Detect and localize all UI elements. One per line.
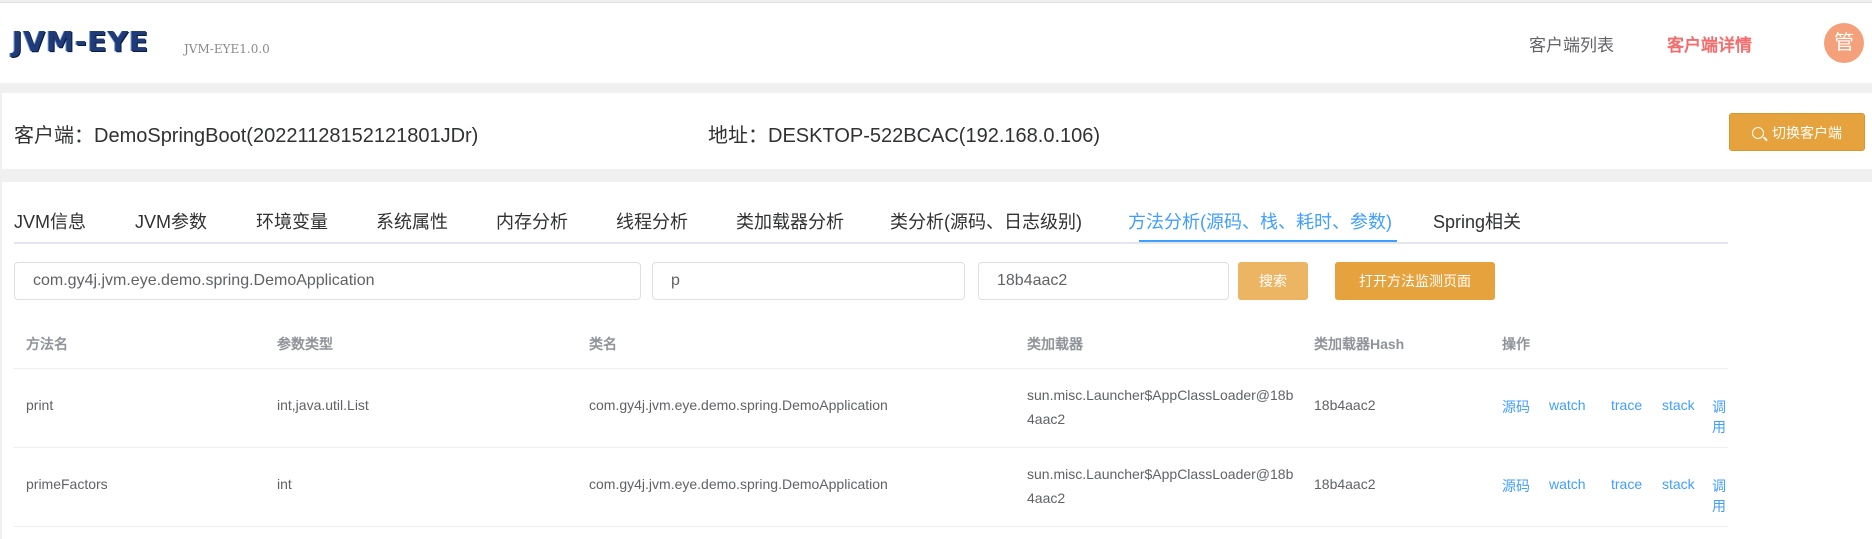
stack-link[interactable]: stack [1662, 476, 1695, 492]
col-actions: 操作 [1502, 336, 1530, 352]
table-header: 方法名 参数类型 类名 类加载器 类加载器Hash 操作 [14, 318, 1728, 369]
cell-classloader: sun.misc.Launcher$AppClassLoader@18b4aac… [1027, 387, 1294, 427]
client-info-bar: 客户端：DemoSpringBoot(20221128152121801JDr)… [2, 93, 1872, 169]
avatar[interactable]: 管 [1824, 23, 1864, 63]
nav-client-detail[interactable]: 客户端详情 [1667, 31, 1752, 56]
cell-classloader-hash: 18b4aac2 [1314, 476, 1376, 492]
main-panel: JVM信息 JVM参数 环境变量 系统属性 内存分析 线程分析 类加载器分析 类… [2, 182, 1872, 539]
top-header: JVM-EYE JVM-EYE1.0.0 客户端列表 客户端详情 管 [0, 2, 1872, 83]
tab-classloader-analysis[interactable]: 类加载器分析 [736, 208, 844, 234]
cell-method-name: primeFactors [26, 476, 108, 492]
switch-client-button[interactable]: 切换客户端 [1729, 113, 1865, 151]
col-classloader-hash: 类加载器Hash [1314, 336, 1405, 352]
search-icon [1752, 127, 1764, 139]
active-tab-indicator [1139, 240, 1397, 242]
source-link[interactable]: 源码 [1502, 397, 1530, 417]
stack-link[interactable]: stack [1662, 397, 1695, 413]
cell-class-name: com.gy4j.jvm.eye.demo.spring.DemoApplica… [589, 476, 888, 492]
nav-client-list[interactable]: 客户端列表 [1529, 31, 1614, 56]
trace-link[interactable]: trace [1611, 476, 1642, 492]
source-link[interactable]: 源码 [1502, 476, 1530, 496]
tab-spring[interactable]: Spring相关 [1433, 208, 1521, 234]
client-name: 客户端：DemoSpringBoot(20221128152121801JDr) [14, 125, 479, 147]
table-row: print int,java.util.List com.gy4j.jvm.ey… [14, 369, 1728, 448]
trace-link[interactable]: trace [1611, 397, 1642, 413]
col-class-name: 类名 [589, 336, 617, 352]
cell-param-types: int,java.util.List [277, 397, 369, 413]
col-method-name: 方法名 [26, 336, 68, 352]
cell-classloader: sun.misc.Launcher$AppClassLoader@18b4aac… [1027, 466, 1294, 506]
invoke-link[interactable]: 调用 [1712, 397, 1728, 437]
class-name-input[interactable]: com.gy4j.jvm.eye.demo.spring.DemoApplica… [14, 262, 641, 300]
tab-bar: JVM信息 JVM参数 环境变量 系统属性 内存分析 线程分析 类加载器分析 类… [14, 182, 1728, 244]
switch-client-label: 切换客户端 [1772, 125, 1842, 141]
search-button[interactable]: 搜索 [1238, 262, 1308, 300]
tab-system-props[interactable]: 系统属性 [376, 208, 448, 234]
method-name-input[interactable]: p [652, 262, 965, 300]
cell-class-name: com.gy4j.jvm.eye.demo.spring.DemoApplica… [589, 397, 888, 413]
tab-method-analysis[interactable]: 方法分析(源码、栈、耗时、参数) [1128, 208, 1392, 234]
invoke-link[interactable]: 调用 [1712, 476, 1728, 516]
table-row: primeFactors int com.gy4j.jvm.eye.demo.s… [14, 448, 1728, 527]
open-method-monitor-button[interactable]: 打开方法监测页面 [1335, 262, 1495, 300]
app-version: JVM-EYE1.0.0 [184, 42, 270, 56]
watch-link[interactable]: watch [1549, 397, 1586, 413]
method-table: 方法名 参数类型 类名 类加载器 类加载器Hash 操作 print int,j… [14, 318, 1728, 527]
tab-memory-analysis[interactable]: 内存分析 [496, 208, 568, 234]
cell-classloader-hash: 18b4aac2 [1314, 397, 1376, 413]
app-logo[interactable]: JVM-EYE [12, 25, 149, 58]
col-classloader: 类加载器 [1027, 336, 1083, 352]
tab-jvm-params[interactable]: JVM参数 [135, 208, 207, 234]
cell-method-name: print [26, 397, 54, 413]
tab-env-vars[interactable]: 环境变量 [256, 208, 328, 234]
cell-param-types: int [277, 476, 292, 492]
tab-jvm-info[interactable]: JVM信息 [14, 208, 86, 234]
classloader-hash-input[interactable]: 18b4aac2 [978, 262, 1229, 300]
col-param-types: 参数类型 [277, 336, 333, 352]
client-address: 地址：DESKTOP-522BCAC(192.168.0.106) [708, 125, 1101, 147]
tab-thread-analysis[interactable]: 线程分析 [616, 208, 688, 234]
tab-class-analysis[interactable]: 类分析(源码、日志级别) [890, 208, 1082, 234]
watch-link[interactable]: watch [1549, 476, 1586, 492]
